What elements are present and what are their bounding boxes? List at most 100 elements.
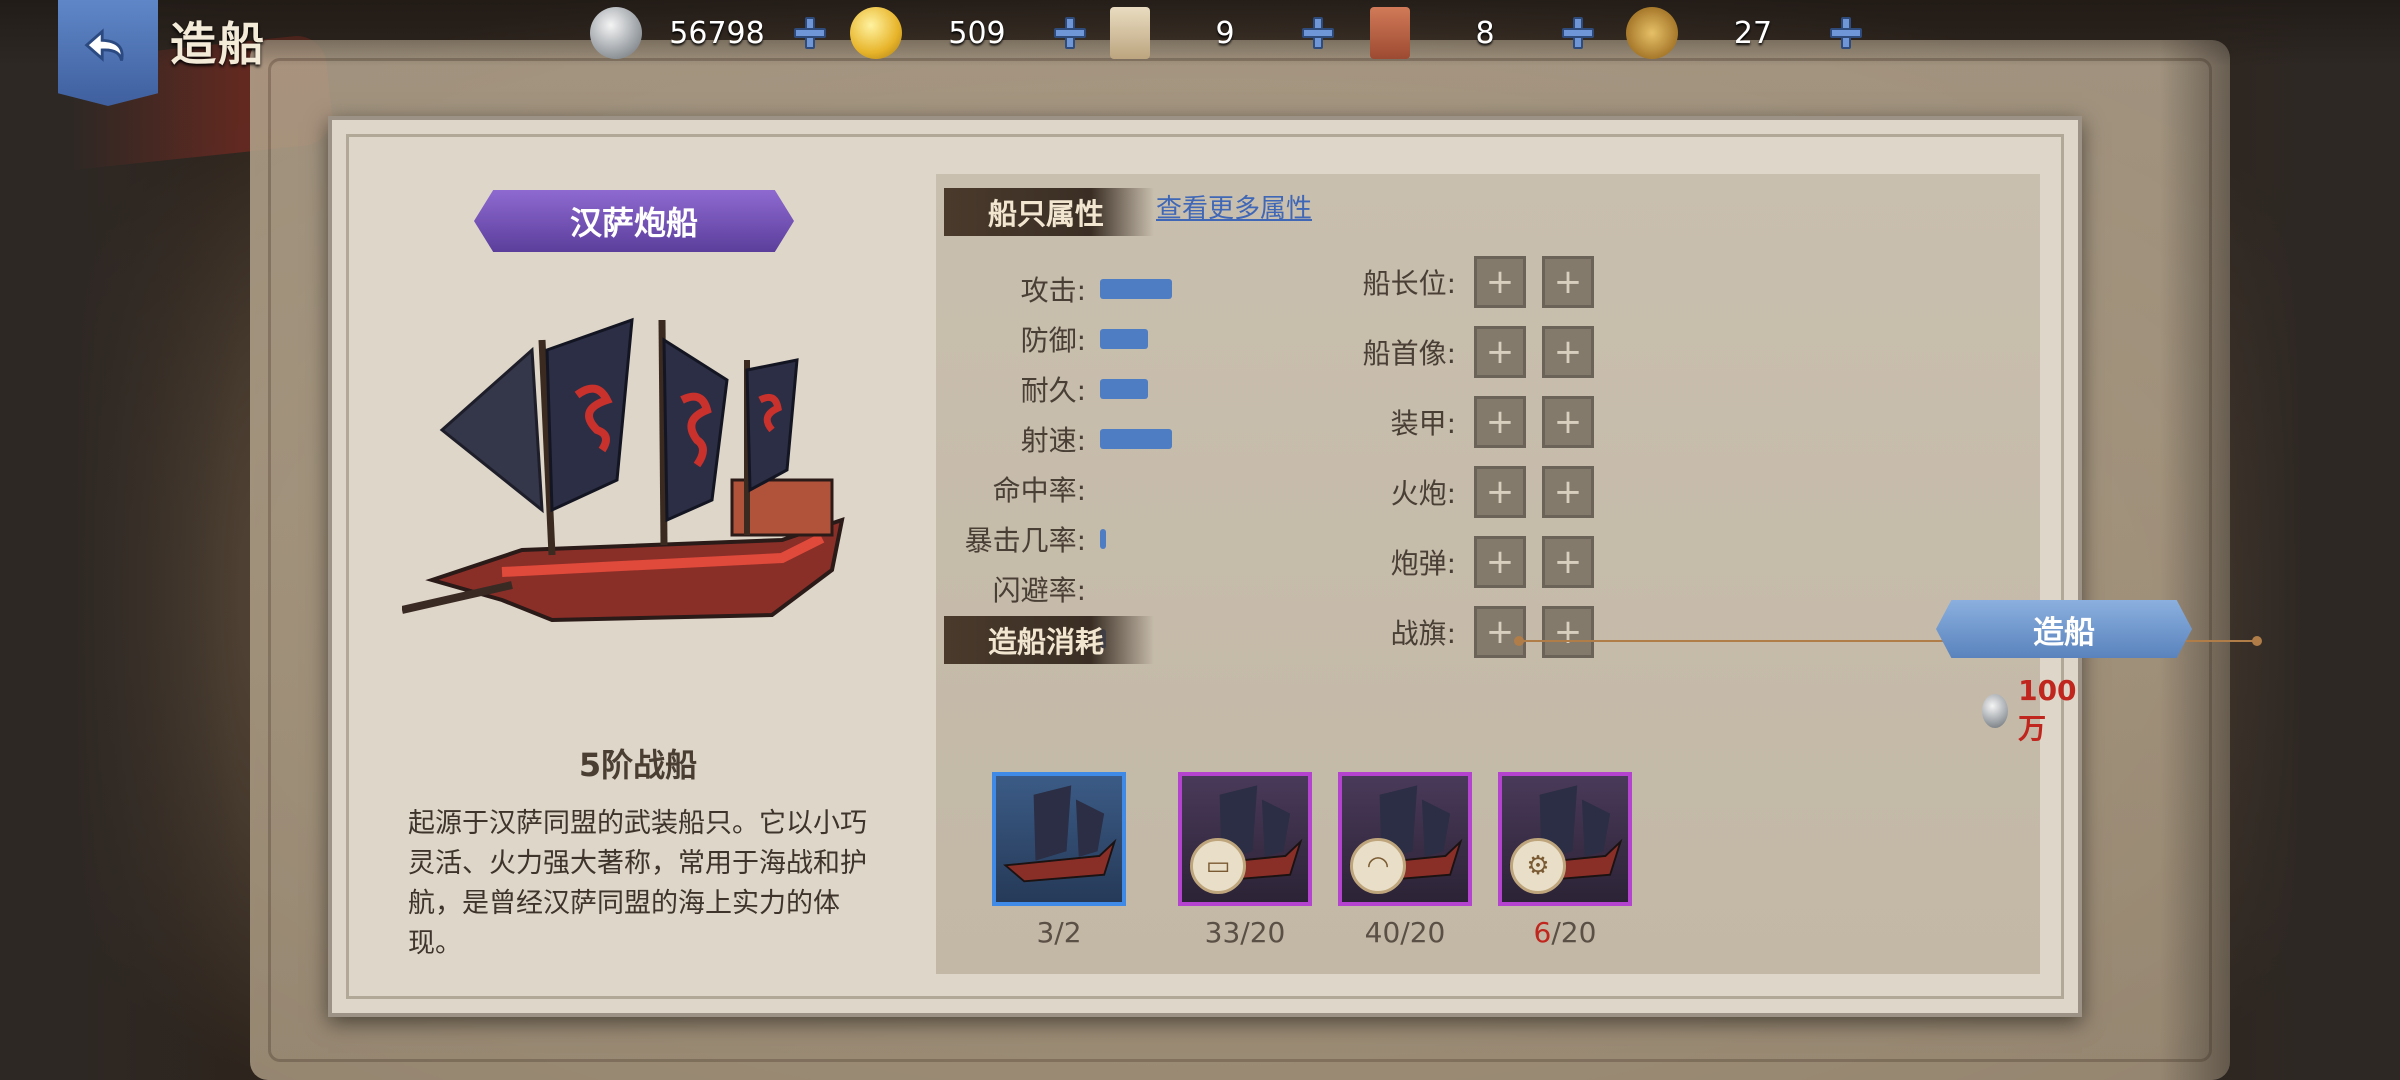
stat-label: 暴击几率: [964, 524, 1086, 557]
add-slot-button[interactable]: + [1542, 326, 1594, 378]
resource-value: 27 [1733, 15, 1773, 51]
page-title: 造船 [170, 17, 266, 71]
shipbuilding-panel: 汉萨炮船 5阶战船 起源于汉萨同盟的武装船只。它以小巧灵活、火力强大著称，常用于… [328, 116, 2262, 1017]
scroll-icon [1110, 7, 1150, 59]
stat-label: 命中率: [992, 474, 1086, 507]
treasure-map-icon [1370, 7, 1410, 59]
section-header-attributes: 船只属性 [944, 188, 1154, 236]
stat-label: 闪避率: [992, 574, 1086, 607]
back-arrow-icon [84, 28, 124, 62]
more-attributes-link[interactable]: 查看更多属性 [1156, 188, 1312, 225]
add-slot-button[interactable]: + [1542, 606, 1594, 658]
material-need: /20 [1400, 916, 1446, 949]
add-slot-button[interactable]: + [1474, 396, 1526, 448]
stat-row: 射速: [936, 419, 1172, 459]
slot-row: 装甲: + + [1306, 396, 1610, 448]
slot-label: 战旗: [1390, 617, 1456, 650]
add-slot-button[interactable]: + [1474, 256, 1526, 308]
stat-bar [1100, 329, 1148, 349]
material-have: 40 [1364, 916, 1401, 949]
add-gold-button[interactable] [1052, 15, 1088, 51]
laurel-medal-icon [1626, 7, 1678, 59]
resource-medal: 27 [1626, 6, 1864, 60]
stat-bar [1100, 379, 1148, 399]
material-need: /2 [1054, 916, 1082, 949]
stat-row: 暴击几率: [936, 519, 1106, 559]
ship-tier: 5阶战船 [578, 746, 698, 784]
build-ship-button[interactable]: 造船 [1936, 600, 2192, 658]
hull-icon: ◠ [1350, 838, 1406, 894]
resource-map: 8 [1370, 6, 1596, 60]
slot-row: 炮弹: + + [1306, 536, 1610, 588]
add-slot-button[interactable]: + [1474, 466, 1526, 518]
slot-label: 船长位: [1362, 267, 1456, 300]
material-need: /20 [1551, 916, 1597, 949]
stat-label: 耐久: [1020, 374, 1086, 407]
resource-gold: 509 [850, 6, 1088, 60]
stat-row: 命中率: [936, 469, 1086, 509]
stat-bar [1100, 279, 1172, 299]
ship-description: 起源于汉萨同盟的武装船只。它以小巧灵活、火力强大著称，常用于海战和护航，是曾经汉… [408, 808, 867, 959]
material-need: /20 [1240, 916, 1286, 949]
material-card[interactable] [992, 772, 1126, 906]
add-slot-button[interactable]: + [1542, 396, 1594, 448]
material-count: 40/20 [1338, 916, 1472, 949]
back-button[interactable] [58, 0, 158, 106]
add-slot-button[interactable]: + [1474, 326, 1526, 378]
material-count: 3/2 [992, 916, 1126, 949]
section-header-cost: 造船消耗 [944, 616, 1154, 664]
top-bar: 造船 56798 509 9 8 27 [0, 0, 2400, 106]
stat-row: 耐久: [936, 369, 1148, 409]
stat-row: 闪避率: [936, 569, 1086, 609]
add-scroll-button[interactable] [1300, 15, 1336, 51]
plank-icon: ▭ [1190, 838, 1246, 894]
ship-details-column: 船只属性 查看更多属性 攻击:防御:耐久:射速:命中率:暴击几率:闪避率:暴击伤… [936, 174, 2262, 974]
slot-label: 炮弹: [1390, 547, 1456, 580]
add-medal-button[interactable] [1828, 15, 1864, 51]
left-shadow [0, 0, 240, 1080]
resource-silver: 56798 [590, 6, 828, 60]
material-count: 33/20 [1178, 916, 1312, 949]
add-slot-button[interactable]: + [1542, 536, 1594, 588]
stat-bar [1100, 429, 1172, 449]
material-card[interactable]: ⚙ [1498, 772, 1632, 906]
resource-scroll: 9 [1110, 6, 1336, 60]
add-silver-button[interactable] [792, 15, 828, 51]
slot-label: 火炮: [1390, 477, 1456, 510]
build-price: 100万 [2018, 674, 2077, 745]
resource-value: 8 [1475, 15, 1495, 51]
gear-icon: ⚙ [1510, 838, 1566, 894]
material-have: 6 [1533, 916, 1552, 949]
add-slot-button[interactable]: + [1474, 536, 1526, 588]
slot-row: 火炮: + + [1306, 466, 1610, 518]
stat-row: 防御: [936, 319, 1148, 359]
stat-label: 防御: [1020, 324, 1086, 357]
material-card[interactable]: ◠ [1338, 772, 1472, 906]
ship-image[interactable] [402, 310, 882, 640]
add-slot-button[interactable]: + [1542, 466, 1594, 518]
silver-coin-icon [1982, 693, 2009, 728]
stat-label: 射速: [1020, 424, 1086, 457]
ship-info-column: 汉萨炮船 5阶战船 起源于汉萨同盟的武装船只。它以小巧灵活、火力强大著称，常用于… [352, 140, 924, 980]
slot-row: 船长位: + + [1306, 256, 1610, 308]
slot-row: 战旗: + + [1306, 606, 1610, 658]
slot-row: 船首像: + + [1306, 326, 1610, 378]
add-map-button[interactable] [1560, 15, 1596, 51]
build-cost: 100万 [1982, 674, 2084, 747]
material-have: 33 [1204, 916, 1241, 949]
stat-bar [1100, 529, 1106, 549]
add-slot-button[interactable]: + [1474, 606, 1526, 658]
stat-label: 攻击: [1020, 274, 1086, 307]
stat-row: 攻击: [936, 269, 1172, 309]
slot-label: 船首像: [1362, 337, 1456, 370]
right-shadow [2160, 0, 2400, 1080]
material-count: 6/20 [1498, 916, 1632, 949]
silver-coin-icon [590, 7, 642, 59]
material-card[interactable]: ▭ [1178, 772, 1312, 906]
resource-value: 9 [1215, 15, 1235, 51]
resource-value: 509 [948, 15, 1006, 51]
slot-label: 装甲: [1390, 407, 1456, 440]
ship-thumbnail [1003, 785, 1117, 883]
add-slot-button[interactable]: + [1542, 256, 1594, 308]
resource-value: 56798 [669, 15, 765, 51]
